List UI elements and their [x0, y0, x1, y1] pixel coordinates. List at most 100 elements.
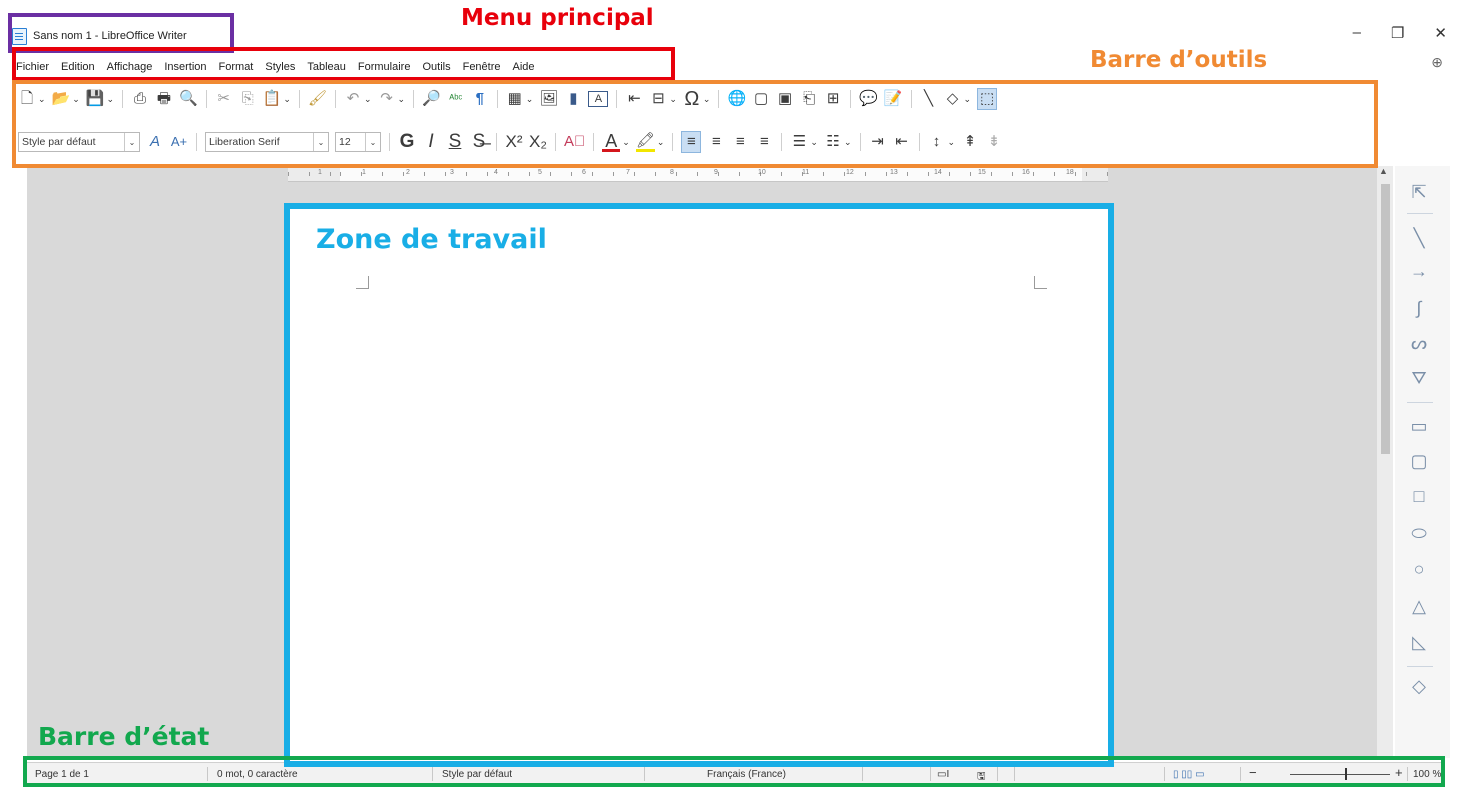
font-size-combo[interactable]: 12 ⌄ — [335, 132, 381, 152]
menu-fichier[interactable]: Fichier — [16, 61, 49, 73]
page-break-icon[interactable]: ⇤ — [625, 89, 643, 109]
spelling-icon[interactable]: ᴬᵇᶜ — [447, 89, 465, 109]
status-page-count[interactable]: Page 1 de 1 — [35, 769, 89, 780]
clone-formatting-icon[interactable]: 🖌 — [308, 89, 327, 109]
vertical-scrollbar[interactable]: ▲ — [1377, 166, 1393, 758]
menu-format[interactable]: Format — [219, 61, 254, 73]
line-spacing-dropdown-arrow[interactable]: ⌄ — [948, 137, 956, 148]
comment-icon[interactable]: 💬 — [859, 89, 878, 109]
triangle-icon[interactable]: △ — [1403, 596, 1435, 617]
restore-button[interactable]: ❐ — [1391, 24, 1404, 42]
update-style-icon[interactable]: A — [146, 132, 164, 152]
status-page-style[interactable]: Style par défaut — [442, 769, 512, 780]
hyperlink-icon[interactable]: 🌐 — [727, 89, 746, 109]
highlight-icon[interactable]: 🖍 — [635, 132, 655, 152]
bullet-list-icon[interactable]: ☰ — [790, 132, 808, 152]
increase-indent-icon[interactable]: ⇥ — [869, 132, 887, 152]
subscript-icon[interactable]: X₂ — [529, 132, 547, 152]
align-center-icon[interactable]: ≡ — [707, 132, 725, 152]
document-page[interactable] — [290, 208, 1108, 768]
circle-icon[interactable]: ○ — [1403, 559, 1435, 580]
zoom-slider-knob[interactable] — [1345, 768, 1347, 780]
rectangle-icon[interactable]: ▭ — [1403, 416, 1435, 437]
freeform-line-icon[interactable]: ᔕ — [1403, 333, 1435, 354]
undo-dropdown-arrow[interactable]: ⌄ — [364, 94, 372, 105]
undo-icon[interactable]: ↶ — [344, 89, 362, 109]
menu-formulaire[interactable]: Formulaire — [358, 61, 411, 73]
menu-insertion[interactable]: Insertion — [164, 61, 206, 73]
new-dropdown-arrow[interactable]: ⌄ — [38, 94, 46, 105]
status-language[interactable]: Français (France) — [707, 769, 786, 780]
justify-icon[interactable]: ≡ — [755, 132, 773, 152]
clear-formatting-icon[interactable]: A⃠ — [564, 132, 585, 152]
special-character-icon[interactable]: Ω — [683, 89, 701, 109]
strikethrough-icon[interactable]: S̶ — [470, 132, 488, 152]
zoom-out-button[interactable]: − — [1249, 765, 1257, 780]
select-icon[interactable]: ⇱ — [1403, 182, 1435, 203]
insert-chart-icon[interactable]: ▮ — [564, 89, 582, 109]
decrease-paragraph-spacing-icon[interactable]: ⇟ — [985, 132, 1003, 152]
cut-icon[interactable]: ✂ — [215, 89, 233, 109]
table-dropdown-arrow[interactable]: ⌄ — [526, 94, 534, 105]
arrow-line-icon[interactable]: → — [1403, 261, 1435, 282]
paste-dropdown-arrow[interactable]: ⌄ — [283, 94, 291, 105]
ellipse-icon[interactable]: ⬭ — [1403, 523, 1435, 544]
draw-line-icon[interactable]: ╲ — [920, 89, 938, 109]
curve-icon[interactable]: ∫ — [1403, 298, 1435, 319]
insert-mode-icon[interactable]: ▭I — [937, 769, 949, 780]
track-changes-icon[interactable]: 📝 — [884, 89, 903, 109]
zoom-in-button[interactable]: + — [1395, 765, 1403, 780]
numbered-list-icon[interactable]: ☷ — [824, 132, 842, 152]
formatting-marks-icon[interactable]: ¶ — [471, 89, 489, 109]
special-char-dropdown-arrow[interactable]: ⌄ — [703, 94, 711, 105]
open-folder-icon[interactable]: 📂 — [52, 89, 71, 109]
chevron-down-icon[interactable]: ⌄ — [124, 133, 139, 151]
menu-fenetre[interactable]: Fenêtre — [463, 61, 501, 73]
menu-styles[interactable]: Styles — [265, 61, 295, 73]
copy-icon[interactable]: ⎘ — [239, 89, 257, 109]
find-replace-icon[interactable]: 🔎 — [422, 89, 441, 109]
insert-textbox-icon[interactable]: A — [588, 91, 609, 107]
superscript-icon[interactable]: X² — [505, 132, 523, 152]
status-word-count[interactable]: 0 mot, 0 caractère — [217, 769, 298, 780]
zoom-percent[interactable]: 100 % — [1413, 769, 1441, 780]
rounded-rectangle-icon[interactable]: ▢ — [1403, 451, 1435, 472]
numbering-dropdown-arrow[interactable]: ⌄ — [844, 137, 852, 148]
horizontal-ruler[interactable]: 1 1 2 3 4 5 6 7 8 9 10 11 12 13 14 15 16 18 — [288, 167, 1108, 182]
export-pdf-icon[interactable]: ⎙ — [131, 89, 149, 109]
chevron-down-icon[interactable]: ⌄ — [313, 133, 328, 151]
right-triangle-icon[interactable]: ◺ — [1403, 632, 1435, 653]
view-layout-icon[interactable]: ▯ ▯▯ ▭ — [1173, 769, 1205, 780]
zoom-slider[interactable] — [1290, 774, 1390, 775]
bold-icon[interactable]: G — [398, 132, 416, 152]
bookmark-icon[interactable]: ⎗ — [800, 89, 818, 109]
square-icon[interactable]: □ — [1403, 486, 1435, 507]
draw-functions-icon[interactable]: ⬚ — [977, 88, 998, 110]
insert-image-icon[interactable]: 🖼 — [539, 89, 558, 109]
underline-icon[interactable]: S — [446, 132, 464, 152]
redo-icon[interactable]: ↷ — [378, 89, 396, 109]
close-button[interactable]: ✕ — [1434, 24, 1447, 42]
chevron-down-icon[interactable]: ⌄ — [365, 133, 380, 151]
menu-affichage[interactable]: Affichage — [107, 61, 153, 73]
italic-icon[interactable]: I — [422, 132, 440, 152]
align-right-icon[interactable]: ≡ — [731, 132, 749, 152]
polygon-icon[interactable]: ⛛ — [1403, 368, 1435, 389]
field-dropdown-arrow[interactable]: ⌄ — [669, 94, 677, 105]
font-name-combo[interactable]: Liberation Serif ⌄ — [205, 132, 329, 152]
font-color-icon[interactable]: A — [602, 132, 621, 152]
menu-aide[interactable]: Aide — [513, 61, 535, 73]
insert-field-icon[interactable]: ⊟ — [649, 89, 667, 109]
paragraph-style-combo[interactable]: Style par défaut ⌄ — [18, 132, 140, 152]
shapes-dropdown-arrow[interactable]: ⌄ — [964, 94, 972, 105]
line-spacing-icon[interactable]: ↕ — [928, 132, 946, 152]
bullets-dropdown-arrow[interactable]: ⌄ — [810, 137, 818, 148]
endnote-icon[interactable]: ▣ — [776, 89, 794, 109]
open-dropdown-arrow[interactable]: ⌄ — [72, 94, 80, 105]
save-icon[interactable]: 💾 — [86, 89, 105, 109]
print-icon[interactable]: 🖶 — [155, 89, 173, 109]
basic-shapes-icon[interactable]: ◇ — [944, 89, 962, 109]
document-modified-icon[interactable]: 🖫 — [977, 769, 986, 786]
scrollbar-thumb[interactable] — [1381, 184, 1390, 454]
decrease-indent-icon[interactable]: ⇤ — [893, 132, 911, 152]
